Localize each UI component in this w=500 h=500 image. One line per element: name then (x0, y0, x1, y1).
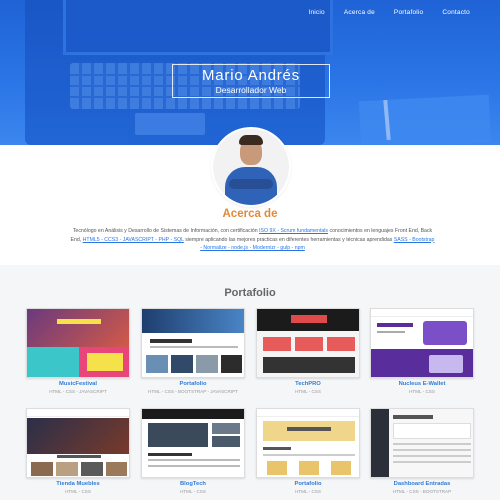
project-stack: HTML - CSS (65, 489, 91, 494)
project-card[interactable]: BlogTech HTML - CSS (141, 408, 245, 494)
project-thumbnail-tienda-muebles[interactable] (26, 408, 130, 478)
project-title[interactable]: TechPRO (256, 381, 360, 387)
project-title[interactable]: Portafolio (141, 381, 245, 387)
about-link-languages[interactable]: HTML5 - CCS3 - JAVASCRIPT - PHP - SQL (83, 237, 184, 243)
project-stack: HTML - CSS (295, 389, 321, 394)
portfolio-title: Portafolio (224, 287, 276, 299)
project-title[interactable]: Dashboard Entradas (370, 481, 474, 487)
project-thumbnail-nucleus-e-wallet[interactable] (370, 308, 474, 378)
nav-link-inicio[interactable]: Inicio (308, 9, 324, 16)
project-title[interactable]: Portafolio (256, 481, 360, 487)
notebook-background-image (358, 94, 492, 145)
hero-role: Desarrollador Web (215, 85, 287, 95)
project-title[interactable]: BlogTech (141, 481, 245, 487)
hero-banner: Inicio Acerca de Portafolio Contacto Mar… (0, 0, 500, 145)
project-card[interactable]: TechPRO HTML - CSS (256, 308, 360, 394)
project-card[interactable]: Portafolio HTML - CSS (256, 408, 360, 494)
project-card[interactable]: MusicFestival HTML - CSS - JAVASCRIPT (26, 308, 130, 394)
project-thumbnail-portafolio[interactable] (141, 308, 245, 378)
project-thumbnail-musicfestival[interactable] (26, 308, 130, 378)
project-stack: HTML - CSS (295, 489, 321, 494)
project-stack: HTML - CSS - JAVASCRIPT (49, 389, 107, 394)
project-thumbnail-blogtech[interactable] (141, 408, 245, 478)
main-nav: Inicio Acerca de Portafolio Contacto (308, 9, 470, 16)
project-stack: HTML - CSS (180, 489, 206, 494)
project-thumbnail-dashboard-entradas[interactable] (370, 408, 474, 478)
about-text-part: siempre aplicando las mejores practicas … (183, 236, 394, 243)
profile-avatar (213, 129, 289, 205)
nav-link-contacto[interactable]: Contacto (442, 9, 470, 16)
project-title[interactable]: Tienda Muebles (26, 481, 130, 487)
project-title[interactable]: Nucleus E-Wallet (370, 381, 474, 387)
project-thumbnail-portafolio-2[interactable] (256, 408, 360, 478)
project-card[interactable]: Dashboard Entradas HTML - CSS - BOOTSTRA… (370, 408, 474, 494)
project-card[interactable]: Nucleus E-Wallet HTML - CSS (370, 308, 474, 394)
about-link-certification[interactable]: ISO 9X - Scrum fundamentals (259, 228, 328, 234)
about-text-part: Tecnólogo en Análisis y Desarrollo de Si… (72, 228, 260, 234)
project-stack: HTML - CSS - BOOTSTRAP - JAVASCRIPT (148, 389, 238, 394)
project-card[interactable]: Portafolio HTML - CSS - BOOTSTRAP - JAVA… (141, 308, 245, 394)
project-title[interactable]: MusicFestival (26, 381, 130, 387)
portfolio-section: Portafolio MusicFestival HTML - CSS - JA… (0, 265, 500, 500)
about-title: Acerca de (222, 208, 278, 220)
nav-link-portafolio[interactable]: Portafolio (394, 9, 423, 16)
about-text: Tecnólogo en Análisis y Desarrollo de Si… (70, 227, 435, 253)
project-stack: HTML - CSS (409, 389, 435, 394)
project-stack: HTML - CSS - BOOTSTRAP (392, 489, 452, 494)
project-card[interactable]: Tienda Muebles HTML - CSS (26, 408, 130, 494)
hero-name: Mario Andrés (202, 67, 300, 84)
nav-link-acerca-de[interactable]: Acerca de (344, 9, 375, 16)
project-thumbnail-techpro[interactable] (256, 308, 360, 378)
hero-name-box: Mario Andrés Desarrollador Web (172, 64, 330, 98)
